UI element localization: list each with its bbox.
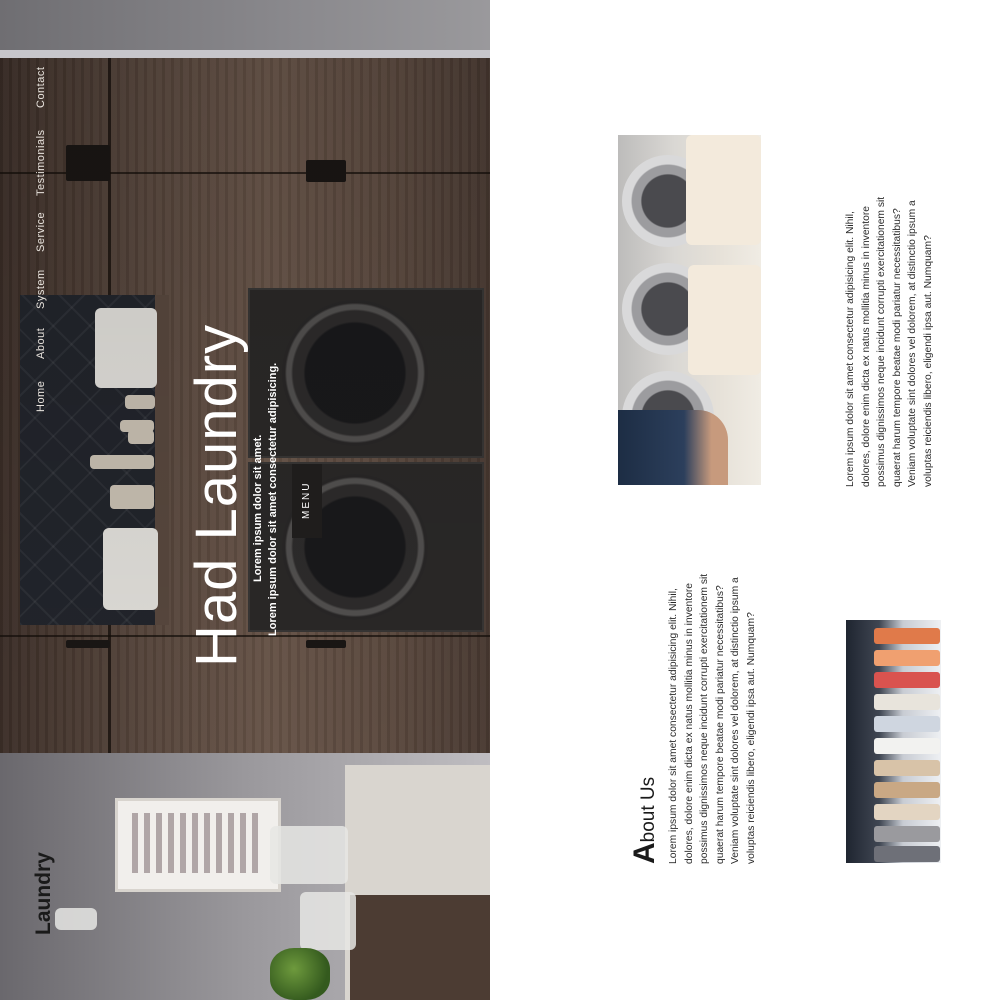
paragraph-line: dolores, dolore enim dicta ex natus moll… xyxy=(860,205,872,487)
washer-appliance xyxy=(248,462,484,632)
nav-home[interactable]: Home xyxy=(35,381,47,412)
menu-label: MENU xyxy=(301,481,312,519)
about-title-rest: bout Us xyxy=(638,776,659,843)
framed-art xyxy=(115,798,281,892)
wall-trim xyxy=(0,50,490,58)
plant xyxy=(270,948,330,1000)
nav-system[interactable]: System xyxy=(35,269,47,309)
dryer-appliance xyxy=(248,288,484,458)
paragraph-line: possimus dignissimos neque incidunt corr… xyxy=(699,573,710,864)
cabinet-handle xyxy=(306,160,346,182)
lower-cabinet xyxy=(350,895,490,1000)
hero-subtitle-line2: Lorem ipsum dolor sit amet consectetur a… xyxy=(267,362,279,636)
bottle xyxy=(125,395,155,409)
paragraph-line: quaerat harum tempore beatae modi pariat… xyxy=(714,585,726,864)
glass-jar xyxy=(55,908,97,930)
bottle xyxy=(128,430,154,444)
second-paragraph: Lorem ipsum dolor sit amet consectetur a… xyxy=(843,197,936,487)
about-title-initial: A xyxy=(628,842,661,864)
nav-testimonials[interactable]: Testimonials xyxy=(35,129,47,196)
folded-towel xyxy=(95,308,157,388)
brand-logo[interactable]: Laundry xyxy=(32,852,56,935)
about-title: About Us xyxy=(628,777,662,864)
paragraph-line: possimus dignissimos neque incidunt corr… xyxy=(876,196,887,487)
menu-button[interactable]: MENU xyxy=(292,464,322,538)
paragraph-line: Veniam voluptate sint dolores vel dolore… xyxy=(907,200,918,487)
laundromat-photo xyxy=(618,135,761,485)
nav-about[interactable]: About xyxy=(35,328,47,359)
cabinet-handle xyxy=(306,640,346,648)
glass-jar xyxy=(270,826,348,884)
paragraph-line: Veniam voluptate sint dolores vel dolore… xyxy=(730,577,741,864)
cabinet-handle xyxy=(66,640,110,648)
glass-jar xyxy=(300,892,356,950)
hero-title: Had Laundry xyxy=(184,323,249,667)
shirts-rack-photo xyxy=(846,620,941,863)
nav-service[interactable]: Service xyxy=(35,212,47,252)
paragraph-line: voluptas reiciendis libero, eligendi ips… xyxy=(922,235,934,487)
folded-towel xyxy=(103,528,158,610)
paragraph-line: Lorem ipsum dolor sit amet consectetur a… xyxy=(845,211,856,487)
bottle xyxy=(110,485,154,509)
paragraph-line: quaerat harum tempore beatae modi pariat… xyxy=(891,208,903,487)
cabinet-handle xyxy=(66,145,110,181)
paragraph-line: voluptas reiciendis libero, eligendi ips… xyxy=(745,612,757,864)
paragraph-line: dolores, dolore enim dicta ex natus moll… xyxy=(683,582,695,864)
nav-contact[interactable]: Contact xyxy=(35,67,47,108)
about-paragraph: Lorem ipsum dolor sit amet consectetur a… xyxy=(666,574,759,864)
bottle xyxy=(90,455,154,469)
hero-subtitle-line1: Lorem ipsum dolor sit amet. xyxy=(252,434,264,582)
paragraph-line: Lorem ipsum dolor sit amet consectetur a… xyxy=(668,588,679,864)
